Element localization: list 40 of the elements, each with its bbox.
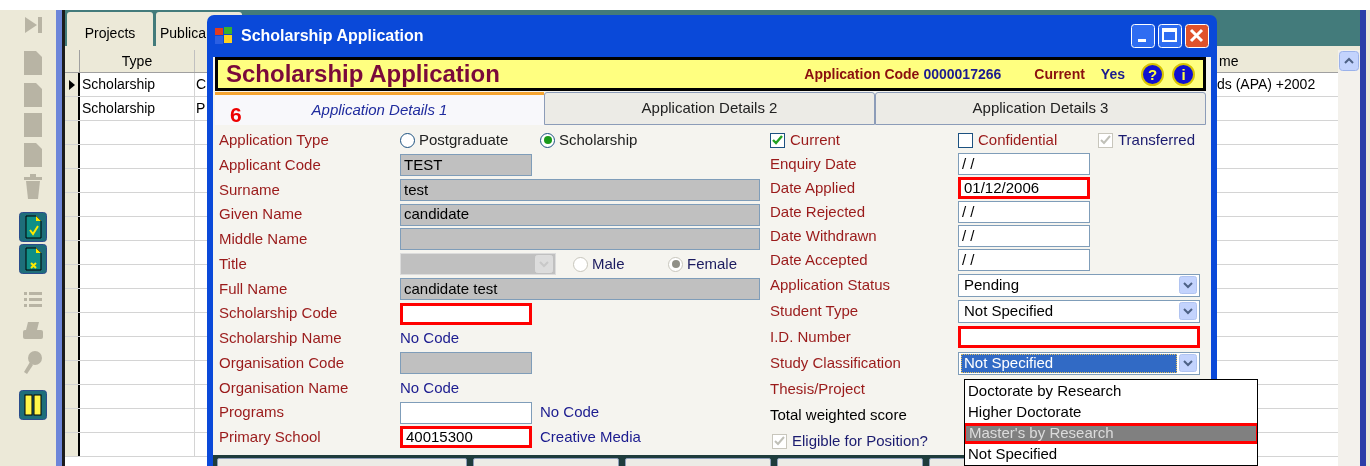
field-label: Full Name — [219, 278, 289, 299]
table-cell-text: P — [196, 99, 206, 118]
field-label: Student Type — [770, 300, 860, 321]
code-value: 0000017266 — [923, 64, 1002, 84]
field-label: Title — [219, 253, 248, 274]
table-cell-text: C — [196, 75, 207, 94]
field-label: Given Name — [219, 204, 304, 225]
status-label: Current — [1034, 64, 1085, 84]
table-cell: Scholarship — [80, 97, 195, 120]
field-note: No Code — [400, 328, 460, 349]
table-cell-text: ds (APA) +2002 — [1217, 75, 1316, 94]
field-label: Application Status — [770, 274, 892, 295]
field-label: Date Applied — [770, 177, 857, 198]
dialog-heading: Scholarship Application — [226, 59, 500, 89]
field-label: Study Classification — [770, 352, 902, 373]
field-label: Enquiry Date — [770, 153, 858, 174]
field-note: No Code — [540, 402, 600, 423]
field-label: Primary School — [219, 427, 322, 448]
field-label: Programs — [219, 402, 286, 423]
field-label: Date Withdrawn — [770, 225, 878, 246]
field-note: Creative Media — [540, 427, 641, 448]
field-label: Date Rejected — [770, 201, 867, 222]
table-cell: Scholarship — [80, 73, 195, 96]
window-title: Scholarship Application — [241, 26, 424, 46]
field-label: Application Type — [219, 130, 330, 151]
field-label: Thesis/Project — [770, 378, 867, 399]
field-label: Applicant Code — [219, 154, 322, 175]
field-label: Scholarship Code — [219, 303, 339, 324]
field-note: No Code — [400, 377, 460, 398]
field-label: Organisation Name — [219, 377, 350, 398]
field-label: Surname — [219, 179, 281, 200]
field-label: Date Accepted — [770, 249, 869, 270]
field-label: Middle Name — [219, 229, 309, 250]
field-label: Organisation Code — [219, 352, 346, 373]
field-label: I.D. Number — [770, 326, 852, 347]
annotation-number: 6 — [230, 104, 242, 125]
code-label: Application Code — [804, 64, 920, 84]
field-label: Scholarship Name — [219, 328, 343, 349]
field-label: Total weighted score — [770, 404, 908, 425]
status-value: Yes — [1100, 64, 1125, 84]
